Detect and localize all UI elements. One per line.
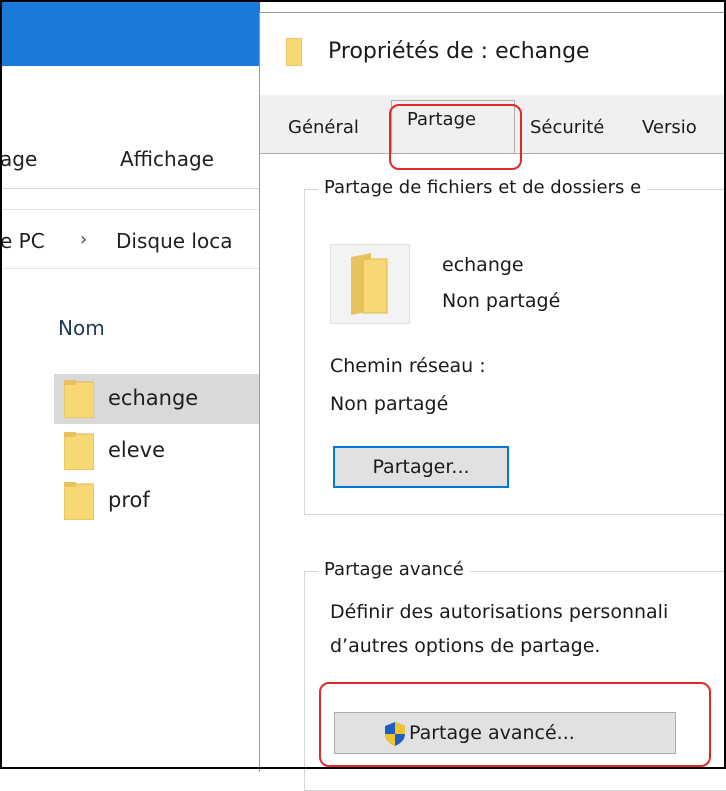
column-header-name[interactable]: Nom xyxy=(58,316,105,340)
explorer-titlebar xyxy=(0,0,260,66)
folder-icon xyxy=(64,380,94,418)
breadcrumb-local-disk[interactable]: Disque loca xyxy=(116,229,232,253)
tab-strip: Général Sécurité Versio xyxy=(260,95,726,156)
file-row-eleve[interactable]: eleve xyxy=(54,426,260,476)
file-name: echange xyxy=(108,386,199,410)
dialog-titlebar: Propriétés de : echange xyxy=(260,13,726,95)
breadcrumb-separator: › xyxy=(80,229,88,250)
advanced-group-title: Partage avancé xyxy=(318,559,470,580)
folder-icon xyxy=(64,432,94,470)
dialog-title: Propriétés de : echange xyxy=(328,39,590,64)
folder-name: echange xyxy=(442,254,524,276)
folder-icon xyxy=(64,482,94,520)
network-path-label: Chemin réseau : xyxy=(330,355,486,377)
share-button-label: Partager... xyxy=(372,456,470,478)
shared-folder-icon-box xyxy=(330,244,410,324)
tab-general[interactable]: Général xyxy=(288,117,359,138)
advanced-sharing-button-label: Partage avancé... xyxy=(409,722,575,744)
file-explorer-window: age Affichage e PC › Disque loca Nom ech… xyxy=(0,0,260,769)
file-name: eleve xyxy=(108,438,166,462)
tab-partage[interactable]: Partage xyxy=(407,109,476,130)
uac-shield-icon xyxy=(385,722,405,746)
folder-icon xyxy=(351,253,388,315)
breadcrumb-this-pc[interactable]: e PC xyxy=(0,229,45,253)
file-row-prof[interactable]: prof xyxy=(54,476,260,526)
tab-securite[interactable]: Sécurité xyxy=(530,117,604,138)
ribbon-tab-affichage[interactable]: Affichage xyxy=(120,147,214,171)
tab-versions[interactable]: Versio xyxy=(642,117,697,138)
share-status: Non partagé xyxy=(442,290,561,312)
file-name: prof xyxy=(108,488,150,512)
share-button[interactable]: Partager... xyxy=(333,446,509,488)
advanced-sharing-button[interactable]: Partage avancé... xyxy=(334,712,676,754)
ribbon-tab-partage[interactable]: age xyxy=(0,147,37,171)
folder-icon xyxy=(286,38,302,66)
file-row-echange[interactable]: echange xyxy=(54,374,260,424)
advanced-description-line2: d’autres options de partage. xyxy=(330,635,601,657)
properties-dialog: Propriétés de : echange Général Sécurité… xyxy=(259,12,726,791)
sharing-group-title: Partage de fichiers et de dossiers e xyxy=(318,177,648,198)
network-path-value: Non partagé xyxy=(330,393,449,415)
advanced-description-line1: Définir des autorisations personnali xyxy=(330,601,669,623)
